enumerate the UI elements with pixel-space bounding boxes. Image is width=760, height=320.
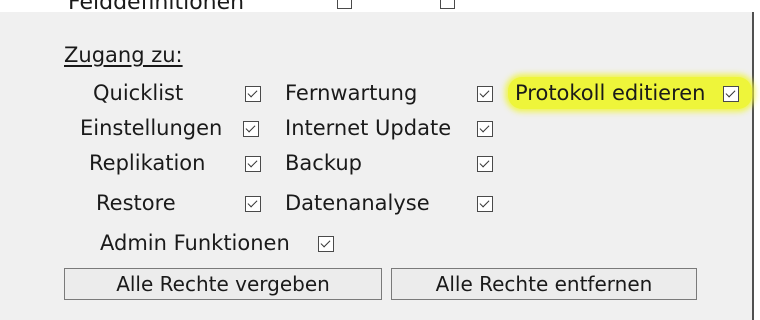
permission-checkbox-backup[interactable]	[477, 156, 493, 172]
previous-row-checkbox-1[interactable]	[337, 0, 352, 9]
permission-checkbox-admin-funktionen[interactable]	[318, 236, 334, 252]
permission-label-internet-update: Internet Update	[285, 116, 452, 140]
section-heading: Zugang zu:	[64, 43, 183, 67]
permission-checkbox-fernwartung[interactable]	[477, 86, 493, 102]
permission-label-fernwartung: Fernwartung	[285, 81, 418, 105]
permission-checkbox-datenanalyse[interactable]	[477, 196, 493, 212]
permission-checkbox-einstellungen[interactable]	[243, 121, 259, 137]
permission-label-backup: Backup	[285, 151, 362, 175]
permission-label-protokoll-editieren: Protokoll editieren	[515, 81, 706, 105]
revoke-all-rights-button[interactable]: Alle Rechte entfernen	[391, 268, 697, 300]
outside-area	[754, 0, 760, 320]
permission-label-admin-funktionen: Admin Funktionen	[100, 231, 290, 255]
permission-label-datenanalyse: Datenanalyse	[285, 191, 430, 215]
previous-row-label: Felddefinitionen	[68, 0, 245, 14]
permission-checkbox-quicklist[interactable]	[245, 86, 261, 102]
permission-label-restore: Restore	[96, 191, 176, 215]
grant-all-rights-button[interactable]: Alle Rechte vergeben	[64, 268, 382, 300]
permission-label-replikation: Replikation	[89, 151, 206, 175]
permission-label-quicklist: Quicklist	[93, 81, 184, 105]
previous-row: Felddefinitionen	[60, 0, 560, 14]
permission-checkbox-replikation[interactable]	[245, 156, 261, 172]
permission-checkbox-restore[interactable]	[245, 196, 261, 212]
permission-checkbox-internet-update[interactable]	[477, 121, 493, 137]
previous-row-checkbox-2[interactable]	[440, 0, 455, 9]
permission-checkbox-protokoll-editieren[interactable]	[723, 86, 739, 102]
permission-label-einstellungen: Einstellungen	[80, 116, 223, 140]
